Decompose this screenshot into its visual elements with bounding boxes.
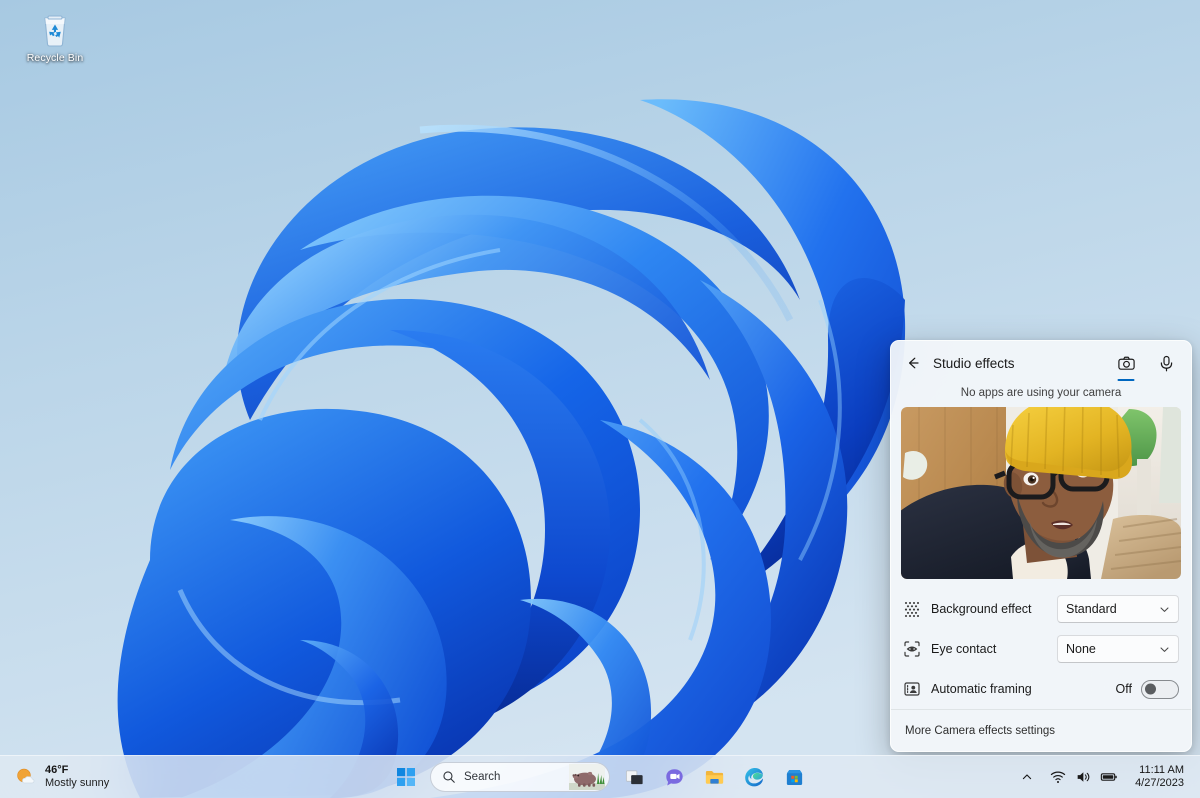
desktop-icon-area: Recycle Bin [0,0,110,64]
clock-time: 11:11 AM [1139,764,1184,776]
back-arrow-icon [909,357,919,369]
more-camera-effects-settings-link[interactable]: More Camera effects settings [905,725,1055,737]
show-hidden-icons-button[interactable] [1015,761,1039,793]
eye-contact-value: None [1066,642,1096,656]
eye-contact-dropdown[interactable]: None [1057,635,1179,663]
hippo-image [569,764,605,790]
studio-effects-footer: More Camera effects settings [891,709,1191,751]
taskbar-app-task-view[interactable] [616,759,652,795]
chat-icon [665,768,683,786]
row-label: Eye contact [931,642,997,656]
effect-rows: Background effect Standard Eye contact N… [891,579,1191,709]
search-input[interactable]: Search [430,762,610,792]
microphone-icon [1160,355,1172,371]
chevron-down-icon [1159,644,1170,655]
clock-date: 4/27/2023 [1135,777,1184,789]
taskbar: 46°F Mostly sunny Search 11:11 AM 4/27/2… [0,755,1200,798]
edge-icon [745,768,763,787]
store-icon [786,769,802,785]
wifi-icon [1050,771,1066,783]
automatic-framing-toggle[interactable] [1141,679,1179,699]
automatic-framing-state: Off [1115,682,1132,696]
camera-status-text: No apps are using your camera [960,387,1122,399]
row-label: Automatic framing [931,682,1032,696]
system-tray: 11:11 AM 4/27/2023 [1015,756,1200,798]
weather-text: 46°F Mostly sunny [45,764,109,790]
search-icon [443,771,455,783]
studio-effects-header: Studio effects [891,341,1191,385]
partly-sunny-icon [17,768,35,784]
camera-preview-image [901,407,1181,579]
row-eye-contact: Eye contact None [891,629,1191,669]
desktop-screen: Recycle Bin Studio effects No apps are u… [0,0,1200,798]
speaker-icon [1077,772,1090,782]
mode-tabs [1111,348,1181,378]
background-blur-icon [901,598,923,620]
battery-icon [1100,773,1117,781]
desktop-icon-label: Recycle Bin [26,52,84,64]
taskbar-app-file-explorer[interactable] [696,759,732,795]
row-automatic-framing: Automatic framing Off [891,669,1191,709]
back-button[interactable] [899,349,927,377]
weather-widget[interactable]: 46°F Mostly sunny [6,759,117,795]
recycle-bin-icon [34,8,76,50]
tab-camera[interactable] [1111,348,1141,378]
camera-preview[interactable] [901,407,1181,579]
clock[interactable]: 11:11 AM 4/27/2023 [1127,761,1194,793]
start-button[interactable] [388,759,424,795]
taskbar-center-group: Search [388,759,812,795]
row-background-effect: Background effect Standard [891,589,1191,629]
toggle-knob [1145,683,1156,695]
weather-temperature: 46°F [45,764,69,776]
weather-condition: Mostly sunny [45,777,110,789]
file-explorer-icon [705,770,723,784]
chevron-up-icon [1022,774,1032,780]
panel-title: Studio effects [933,355,1015,371]
quick-settings-button[interactable] [1041,761,1127,793]
windows-logo-icon [397,768,415,786]
background-effect-value: Standard [1066,602,1117,616]
tab-microphone[interactable] [1151,348,1181,378]
desktop-icon-recycle-bin[interactable]: Recycle Bin [23,8,87,64]
taskbar-app-edge[interactable] [736,759,772,795]
background-effect-dropdown[interactable]: Standard [1057,595,1179,623]
task-view-icon [625,769,643,784]
search-placeholder: Search [464,771,501,783]
taskbar-app-microsoft-store[interactable] [776,759,812,795]
camera-icon [1117,356,1135,370]
automatic-framing-icon [901,678,923,700]
eye-contact-icon [901,638,923,660]
automatic-framing-control: Off [1115,679,1179,699]
taskbar-app-chat[interactable] [656,759,692,795]
chevron-down-icon [1159,604,1170,615]
row-label: Background effect [931,602,1032,616]
studio-effects-flyout: Studio effects No apps are using your ca… [890,340,1192,752]
